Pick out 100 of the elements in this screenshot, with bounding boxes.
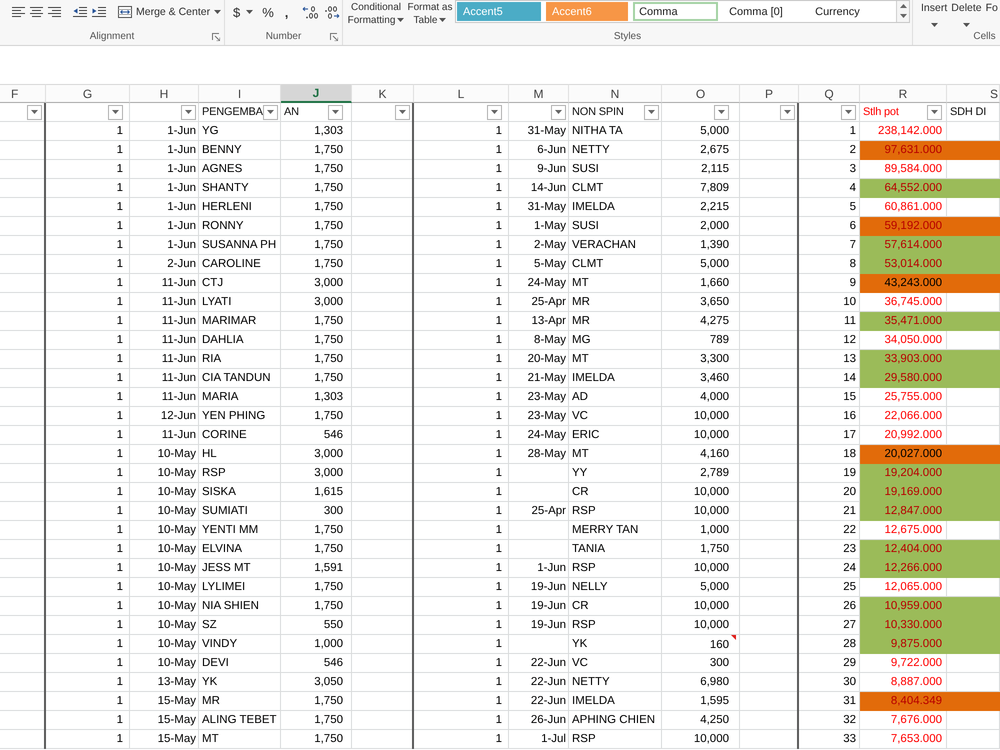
column-header[interactable]: I xyxy=(199,84,281,103)
cells-command-button[interactable]: Insert xyxy=(921,2,948,27)
filter-dropdown-button[interactable] xyxy=(181,104,196,120)
column-header[interactable]: J xyxy=(281,84,352,103)
table-cell-text: TANIA xyxy=(571,542,606,557)
align-left-icon[interactable] xyxy=(12,6,25,18)
cells-command-button[interactable]: Fo xyxy=(986,2,998,15)
table-cell-text: SZ xyxy=(201,618,218,633)
table-cell-text: 1,750 xyxy=(313,181,344,196)
filter-dropdown-button[interactable] xyxy=(714,104,729,120)
column-title: AN xyxy=(284,106,299,118)
table-cell-text: 16 xyxy=(842,409,857,424)
table-cell-text: 15-May xyxy=(156,732,197,747)
table-cell-text: MR xyxy=(571,295,591,310)
column-header[interactable]: S xyxy=(947,84,1000,103)
table-cell-text: 3,460 xyxy=(699,371,730,386)
comma-style-button[interactable]: , xyxy=(284,4,288,20)
table-cell-text: 1 xyxy=(494,637,503,652)
filter-dropdown-button[interactable] xyxy=(487,104,502,120)
table-cell-text: 10-May xyxy=(156,618,197,633)
column-header[interactable]: L xyxy=(414,84,509,103)
filter-dropdown-button[interactable] xyxy=(328,104,343,120)
column-header[interactable]: Q xyxy=(799,84,860,103)
decrease-decimal-icon[interactable] xyxy=(323,6,340,18)
column-header[interactable]: P xyxy=(740,84,799,103)
table-cell-text: SISKA xyxy=(201,485,237,500)
filter-dropdown-button[interactable] xyxy=(395,104,410,120)
table-cell-text: 1 xyxy=(116,314,124,329)
table-cell-text: IMELDA xyxy=(571,371,616,386)
filter-dropdown-button[interactable] xyxy=(263,104,278,120)
column-header[interactable]: R xyxy=(860,84,947,103)
table-cell-text: 1,750 xyxy=(313,371,344,386)
table-cell-text: 24-May xyxy=(526,428,567,443)
format-as-table-button[interactable]: Format as Table xyxy=(406,1,454,27)
table-cell-text: 1 xyxy=(116,732,124,747)
caret-icon xyxy=(931,110,938,114)
table-cell-text: YENTI MM xyxy=(201,523,260,538)
gallery-scroll-button[interactable] xyxy=(896,1,909,22)
table-cell-text: 21 xyxy=(842,504,857,519)
increase-decimal-icon[interactable] xyxy=(302,6,320,18)
table-cell-text: 1 xyxy=(116,713,124,728)
table-cell-text: ELVINA xyxy=(201,542,244,557)
percent-button[interactable]: % xyxy=(262,4,274,20)
table-cell-text: 10-May xyxy=(156,580,197,595)
conditional-formatting-button[interactable]: Conditional Formatting xyxy=(346,1,406,27)
filter-dropdown-button[interactable] xyxy=(780,104,795,120)
table-cell-text: 12,065.000 xyxy=(883,580,943,595)
filter-dropdown-button[interactable] xyxy=(27,104,42,120)
merge-center-button[interactable]: Merge & Center xyxy=(118,6,222,18)
filter-dropdown-button[interactable] xyxy=(927,104,942,120)
table-cell-text: 1 xyxy=(116,276,124,291)
increase-indent-icon[interactable] xyxy=(92,6,106,18)
column-header[interactable]: K xyxy=(352,84,414,103)
filter-dropdown-button[interactable] xyxy=(644,104,659,120)
column-header[interactable]: G xyxy=(46,84,130,103)
cell-style-item[interactable]: Comma xyxy=(633,2,718,21)
table-cell-text: 1-Jun xyxy=(166,238,197,253)
table-cell-text: IMELDA xyxy=(571,694,616,709)
column-header[interactable]: M xyxy=(509,84,569,103)
caret-icon[interactable] xyxy=(246,10,254,14)
filter-dropdown-button[interactable] xyxy=(551,104,566,120)
column-header[interactable]: N xyxy=(569,84,662,103)
filter-dropdown-button[interactable] xyxy=(108,104,123,120)
align-right-icon[interactable] xyxy=(48,6,61,18)
table-cell-text: 1,750 xyxy=(313,694,344,709)
table-cell-text: 1 xyxy=(116,257,124,272)
table-cell-text: 1,750 xyxy=(699,542,730,557)
table-cell-text: MT xyxy=(201,732,220,747)
table-cell-text: 1-Jul xyxy=(540,732,567,747)
table-cell: 8,404.349 xyxy=(860,692,1000,711)
table-cell-text: 1 xyxy=(116,523,124,538)
decrease-indent-icon[interactable] xyxy=(73,6,87,18)
cells-command-button[interactable]: Delete xyxy=(951,2,982,27)
table-cell-text: 1 xyxy=(494,732,503,747)
table-cell-text: 30 xyxy=(842,675,857,690)
table-cell-text: 300 xyxy=(708,656,730,671)
group-label: Cells xyxy=(973,30,996,42)
dialog-launcher-icon[interactable] xyxy=(212,32,220,40)
column-header[interactable]: F xyxy=(0,84,46,103)
currency-button[interactable]: $ xyxy=(233,4,240,20)
filter-dropdown-button[interactable] xyxy=(841,104,856,120)
table-cell-text: 25,755.000 xyxy=(883,390,943,405)
table-cell-text: 7,809 xyxy=(699,181,730,196)
table-cell-text: 1,750 xyxy=(313,143,344,158)
table-cell-text: 11-Jun xyxy=(160,371,197,386)
table-cell-text: 12-Jun xyxy=(160,409,197,424)
caret-icon xyxy=(31,110,38,114)
align-center-icon[interactable] xyxy=(30,6,43,18)
dialog-launcher-icon[interactable] xyxy=(330,32,338,40)
table-cell-text: 1 xyxy=(494,428,503,443)
table-cell-text: 1,750 xyxy=(313,713,344,728)
table-cell-text: 1 xyxy=(494,162,503,177)
column-header[interactable]: H xyxy=(130,84,199,103)
table-cell-text: 10-May xyxy=(156,485,197,500)
table-cell-text: 1 xyxy=(494,409,503,424)
table-cell-text: 10-May xyxy=(156,561,197,576)
table-cell-text: 1 xyxy=(116,447,124,462)
table-cell-text: 10,000 xyxy=(692,599,730,614)
table-cell-text: 23 xyxy=(842,542,857,557)
column-header[interactable]: O xyxy=(662,84,740,103)
